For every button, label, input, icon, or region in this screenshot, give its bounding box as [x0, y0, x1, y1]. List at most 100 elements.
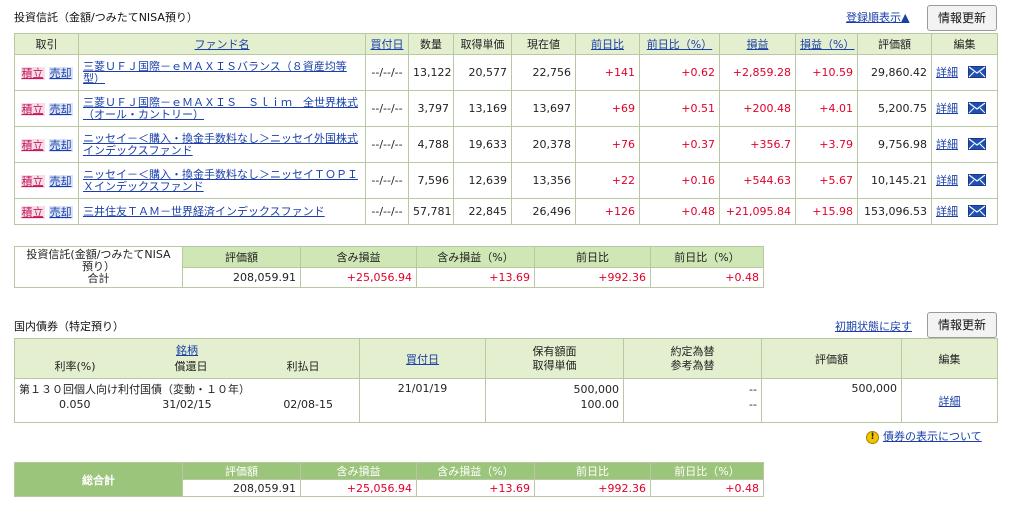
- funds-total-label-line3: 合計: [87, 272, 110, 285]
- col-brand[interactable]: 銘柄: [176, 344, 198, 357]
- bond-detail-link[interactable]: 詳細: [939, 395, 961, 408]
- sell-button[interactable]: 売却: [48, 174, 73, 188]
- col-day-change[interactable]: 前日比: [591, 38, 624, 51]
- sell-button[interactable]: 売却: [48, 102, 73, 116]
- col-fund-name[interactable]: ファンド名: [195, 38, 250, 51]
- col-edit: 編集: [931, 33, 998, 55]
- fund-name-link[interactable]: 三菱ＵＦＪ国際－ｅＭＡＸＩＳバランス（８資産均等型）: [83, 60, 347, 85]
- mail-icon[interactable]: [968, 173, 986, 189]
- funds-total-label: 投資信託(金額/つみたてNISA 預り） 合計: [14, 246, 183, 288]
- funds-total-col-value: 評価額: [182, 246, 301, 268]
- col-qty: 数量: [408, 33, 454, 55]
- col-bond-unit-cost: 取得単価: [532, 358, 577, 372]
- grand-total-day-change-pct: +0.48: [650, 479, 764, 497]
- profit-loss: +356.7: [719, 126, 796, 163]
- sort-order-link[interactable]: 登録順表示▲: [846, 9, 909, 25]
- valuation: 153,096.53: [857, 198, 932, 225]
- col-day-change-pct[interactable]: 前日比（%）: [647, 38, 712, 51]
- col-bond-buy-date[interactable]: 買付日: [406, 353, 439, 366]
- day-change: +22: [575, 162, 640, 199]
- funds-total-col-day-change-pct: 前日比（%）: [650, 246, 764, 268]
- profit-loss: +200.48: [719, 90, 796, 127]
- sell-button[interactable]: 売却: [48, 66, 73, 80]
- fund-name-link[interactable]: ニッセイ－＜購入・換金手数料なし＞ニッセイＴＯＰＩＸインデックスファンド: [83, 168, 358, 193]
- buy-date: --/--/--: [365, 90, 409, 127]
- buy-button[interactable]: 積立: [20, 102, 45, 116]
- funds-refresh-button[interactable]: 情報更新: [927, 5, 997, 31]
- sell-button[interactable]: 売却: [48, 205, 73, 219]
- day-change: +126: [575, 198, 640, 225]
- fund-row: 積立 売却 三菱ＵＦＪ国際－ｅＭＡＸＩＳ Ｓｌｉｍ 全世界株式（オール・カントリー…: [14, 90, 998, 127]
- col-pay-date: 利払日: [286, 359, 320, 373]
- day-change: +141: [575, 54, 640, 91]
- mail-icon[interactable]: [968, 101, 986, 117]
- bond-row: 第１３０回個人向け利付国債（変動・１０年） 0.050 31/02/15 02/…: [14, 378, 998, 423]
- grand-total-col-pl-pct: 含み損益（%）: [416, 462, 535, 480]
- bond-rate: 0.050: [59, 398, 91, 411]
- funds-total-col-pl: 含み損益: [300, 246, 417, 268]
- buy-date: --/--/--: [365, 126, 409, 163]
- grand-total-col-day-change: 前日比: [534, 462, 651, 480]
- profit-loss-pct: +4.01: [795, 90, 858, 127]
- bond-maturity: 31/02/15: [162, 398, 212, 411]
- qty: 7,596: [408, 162, 454, 199]
- col-face-value: 保有額面: [532, 344, 577, 358]
- day-change-pct: +0.37: [639, 126, 720, 163]
- sell-button[interactable]: 売却: [48, 138, 73, 152]
- buy-button[interactable]: 積立: [20, 205, 45, 219]
- funds-total-table: 投資信託(金額/つみたてNISA 預り） 合計 評価額 含み損益 含み損益（%）…: [14, 246, 764, 288]
- bond-name: 第１３０回個人向け利付国債（変動・１０年）: [19, 383, 250, 396]
- detail-link[interactable]: 詳細: [936, 174, 958, 187]
- fund-name-link[interactable]: 三菱ＵＦＪ国際－ｅＭＡＸＩＳ Ｓｌｉｍ 全世界株式（オール・カントリー）: [83, 96, 358, 121]
- profit-loss-pct: +3.79: [795, 126, 858, 163]
- col-pl[interactable]: 損益: [747, 38, 769, 51]
- unit-cost: 12,639: [453, 162, 512, 199]
- valuation: 29,860.42: [857, 54, 932, 91]
- profit-loss: +21,095.84: [719, 198, 796, 225]
- col-buy-date[interactable]: 買付日: [371, 38, 404, 51]
- day-change-pct: +0.16: [639, 162, 720, 199]
- info-icon: !: [866, 430, 879, 444]
- bond-face-value: 500,000: [573, 383, 620, 396]
- mail-icon[interactable]: [968, 204, 986, 220]
- funds-total-pl-pct: +13.69: [416, 267, 535, 288]
- funds-total-day-change: +992.36: [534, 267, 651, 288]
- col-rate: 利率(%): [54, 359, 96, 373]
- buy-button[interactable]: 積立: [20, 138, 45, 152]
- grand-total-col-day-change-pct: 前日比（%）: [650, 462, 764, 480]
- grand-total-table: 総合計 評価額 含み損益 含み損益（%） 前日比 前日比（%） 208,059.…: [14, 462, 764, 497]
- buy-button[interactable]: 積立: [20, 174, 45, 188]
- grand-total-day-change: +992.36: [534, 479, 651, 497]
- fund-name-link[interactable]: ニッセイ－＜購入・換金手数料なし＞ニッセイ外国株式インデックスファンド: [83, 132, 358, 157]
- detail-link[interactable]: 詳細: [936, 138, 958, 151]
- bond-contract-fx: --: [749, 383, 757, 396]
- funds-total-col-day-change: 前日比: [534, 246, 651, 268]
- buy-button[interactable]: 積立: [20, 66, 45, 80]
- profit-loss: +544.63: [719, 162, 796, 199]
- col-reference-fx: 参考為替: [670, 358, 715, 372]
- profit-loss-pct: +10.59: [795, 54, 858, 91]
- detail-link[interactable]: 詳細: [936, 205, 958, 218]
- mail-icon[interactable]: [968, 65, 986, 81]
- grand-total-col-pl: 含み損益: [300, 462, 417, 480]
- bond-unit-cost: 100.00: [580, 398, 620, 411]
- detail-link[interactable]: 詳細: [936, 102, 958, 115]
- bonds-refresh-button[interactable]: 情報更新: [927, 312, 997, 338]
- unit-cost: 22,845: [453, 198, 512, 225]
- col-pl-pct[interactable]: 損益（%）: [800, 38, 854, 51]
- qty: 13,122: [408, 54, 454, 91]
- day-change: +69: [575, 90, 640, 127]
- buy-date: --/--/--: [365, 54, 409, 91]
- bond-notice-link[interactable]: 債券の表示について: [883, 430, 982, 443]
- col-maturity: 償還日: [174, 359, 208, 373]
- detail-link[interactable]: 詳細: [936, 66, 958, 79]
- current-price: 22,756: [511, 54, 576, 91]
- funds-table: 取引 ファンド名 買付日 数量 取得単価 現在値 前日比 前日比（%） 損益 損…: [14, 33, 998, 225]
- day-change-pct: +0.62: [639, 54, 720, 91]
- grand-total-pl-pct: +13.69: [416, 479, 535, 497]
- col-bond-value: 評価額: [761, 338, 902, 379]
- mail-icon[interactable]: [968, 137, 986, 153]
- reset-view-link[interactable]: 初期状態に戻す: [835, 318, 912, 334]
- grand-total-col-value: 評価額: [182, 462, 301, 480]
- fund-name-link[interactable]: 三井住友ＴＡＭ－世界経済インデックスファンド: [83, 205, 325, 218]
